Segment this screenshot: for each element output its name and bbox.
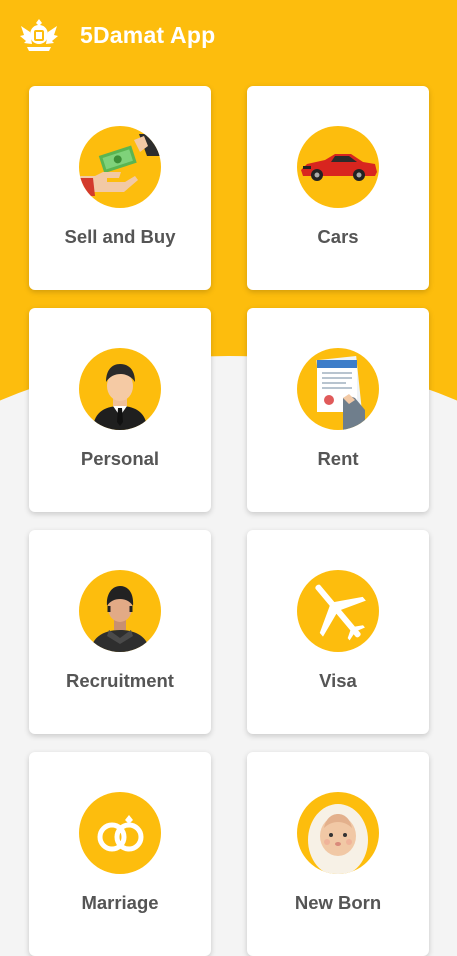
sports-car-icon	[297, 126, 379, 208]
category-card-visa[interactable]: Visa	[247, 530, 429, 734]
category-label: Visa	[319, 670, 357, 691]
wedding-rings-icon	[79, 792, 161, 874]
baby-icon	[297, 792, 379, 874]
businessman-icon	[79, 348, 161, 430]
category-label: Recruitment	[66, 670, 174, 691]
category-label: Marriage	[81, 892, 159, 913]
category-label: New Born	[294, 892, 382, 913]
category-card-sell-and-buy[interactable]: Sell and Buy	[29, 86, 211, 290]
worker-icon	[79, 570, 161, 652]
category-card-new-born[interactable]: New Born	[247, 752, 429, 956]
airplane-icon	[297, 570, 379, 652]
category-label: Sell and Buy	[64, 226, 176, 247]
category-card-personal[interactable]: Personal	[29, 308, 211, 512]
category-card-recruitment[interactable]: Recruitment	[29, 530, 211, 734]
category-card-rent[interactable]: Rent	[247, 308, 429, 512]
contract-document-icon	[297, 348, 379, 430]
money-exchange-icon	[79, 126, 161, 208]
category-card-marriage[interactable]: Marriage	[29, 752, 211, 956]
category-label: Cars	[317, 226, 359, 247]
category-grid: Sell and Buy Cars Personal Rent Recruitm…	[0, 0, 457, 956]
category-card-cars[interactable]: Cars	[247, 86, 429, 290]
category-label: Personal	[80, 448, 160, 469]
category-label: Rent	[317, 448, 359, 469]
